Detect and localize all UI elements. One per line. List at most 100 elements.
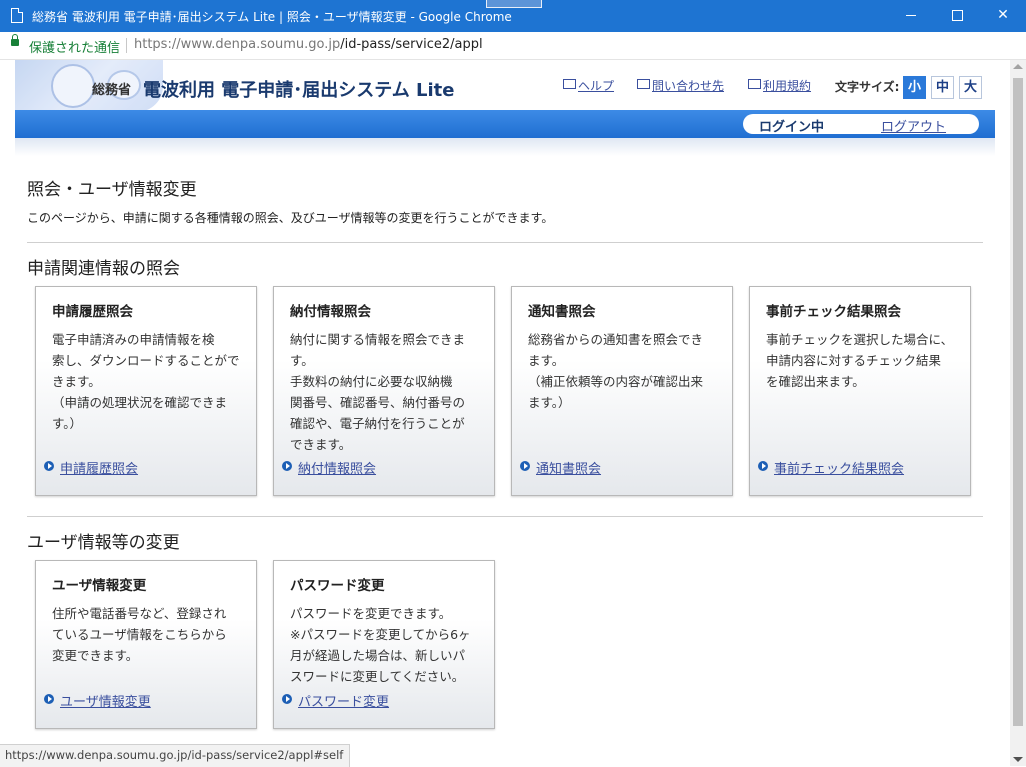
card-text-line: きます。 [52, 374, 101, 389]
card-text-line: ※パスワードを変更してから6ヶ [290, 627, 471, 642]
section-title-inquiry: 申請関連情報の照会 [27, 259, 180, 279]
close-button[interactable]: ✕ [980, 0, 1026, 32]
site-header: 総務省 電波利用 電子申請･届出システム Lite ヘルプ 問い合わせ先 利用規… [15, 60, 995, 112]
help-link[interactable]: ヘルプ [563, 77, 614, 94]
card-text-line: ます。 [528, 353, 565, 368]
card-link-label: 事前チェック結果照会 [774, 462, 905, 477]
card-payment-info: 納付情報照会 納付に関する情報を照会できま す。 手数料の納付に必要な収納機 関… [273, 286, 495, 496]
url-host: https://www.denpa.soumu.go.jp [134, 37, 341, 52]
window-icon [637, 79, 650, 89]
card-link-label: パスワード変更 [298, 695, 390, 710]
card-title: 事前チェック結果照会 [766, 304, 901, 320]
card-link-label: 申請履歴照会 [60, 462, 139, 477]
card-text-line: ているユーザ情報をこちらから [52, 627, 227, 642]
login-status: ログイン中 [759, 120, 825, 135]
card-text-line: ます。） [528, 395, 571, 410]
card-link-label: ユーザ情報変更 [60, 695, 151, 710]
card-text-line: （申請の処理状況を確認できま [52, 395, 228, 410]
maximize-button[interactable] [934, 0, 980, 32]
card-text-line: を確認出来ます。 [766, 374, 865, 389]
card-title: ユーザ情報変更 [52, 578, 147, 594]
window-title: 総務省 電波利用 電子申請･届出システム Lite | 照会・ユーザ情報変更 -… [32, 10, 512, 24]
page-icon [11, 8, 23, 23]
card-text-line: 事前チェックを選択した場合に、 [766, 332, 954, 347]
arrow-right-icon [282, 694, 292, 704]
card-text-line: 総務省からの通知書を照会でき [528, 332, 704, 347]
divider [27, 516, 983, 517]
logout-link[interactable]: ログアウト [881, 116, 946, 135]
mascot-logo [15, 60, 163, 112]
user-info-change-link[interactable]: ユーザ情報変更 [44, 691, 151, 710]
arrow-right-icon [758, 461, 768, 471]
card-text-line: パスワードを変更できます。 [290, 606, 452, 621]
divider [27, 242, 983, 243]
card-text-line: 変更できます。 [52, 648, 139, 663]
arrow-right-icon [282, 461, 292, 471]
card-text-line: 確認や、電子納付を行うことが [290, 416, 465, 431]
contact-link[interactable]: 問い合わせ先 [637, 77, 724, 94]
card-text-line: 納付に関する情報を照会できま [290, 332, 466, 347]
font-size-medium-button[interactable]: 中 [931, 76, 954, 99]
page-description: このページから、申請に関する各種情報の照会、及びユーザ情報等の変更を行うことがで… [27, 211, 554, 225]
lock-icon[interactable] [11, 34, 19, 46]
maximize-icon [951, 9, 963, 21]
page-viewport: 総務省 電波利用 電子申請･届出システム Lite ヘルプ 問い合わせ先 利用規… [0, 60, 1010, 766]
card-description: 総務省からの通知書を照会でき ます。 （補正依頼等の内容が確認出来 ます。） [528, 329, 722, 413]
ministry-name: 総務省 [92, 83, 132, 98]
card-password-change: パスワード変更 パスワードを変更できます。 ※パスワードを変更してから6ヶ 月が… [273, 560, 495, 729]
terms-link-label: 利用規約 [763, 79, 812, 93]
arrow-right-icon [520, 461, 530, 471]
card-text-line: 月が経過した場合は、新しいパ [290, 648, 466, 663]
window-icon [563, 79, 576, 89]
card-title: 申請履歴照会 [52, 304, 133, 320]
scroll-up-arrow-icon[interactable] [1013, 64, 1023, 69]
close-icon: ✕ [997, 7, 1009, 23]
payment-info-link[interactable]: 納付情報照会 [282, 458, 377, 477]
card-notice: 通知書照会 総務省からの通知書を照会でき ます。 （補正依頼等の内容が確認出来 … [511, 286, 733, 496]
card-description: 納付に関する情報を照会できま す。 手数料の納付に必要な収納機 関番号、確認番号… [290, 329, 484, 455]
terms-link[interactable]: 利用規約 [748, 77, 811, 94]
card-description: 事前チェックを選択した場合に、 申請内容に対するチェック結果 を確認出来ます。 [766, 329, 960, 392]
card-title: パスワード変更 [290, 578, 385, 594]
card-precheck-result: 事前チェック結果照会 事前チェックを選択した場合に、 申請内容に対するチェック結… [749, 286, 971, 496]
arrow-right-icon [44, 461, 54, 471]
window-title-bar: 総務省 電波利用 電子申請･届出システム Lite | 照会・ユーザ情報変更 -… [0, 0, 1026, 32]
card-link-label: 納付情報照会 [298, 462, 377, 477]
card-text-line: す。 [290, 353, 314, 368]
address-bar[interactable]: 保護された通信 https://www.denpa.soumu.go.jp/id… [0, 32, 1026, 60]
card-text-line: （補正依頼等の内容が確認出来 [528, 374, 704, 389]
address-separator [126, 38, 127, 53]
url-path: /id-pass/service2/appl [340, 37, 483, 52]
scroll-thumb[interactable] [1013, 78, 1023, 726]
application-history-link[interactable]: 申請履歴照会 [44, 458, 139, 477]
card-text-line: 住所や電話番号など、登録され [52, 606, 227, 621]
card-application-history: 申請履歴照会 電子申請済みの申請情報を検 索し、ダウンロードすることがで きます… [35, 286, 257, 496]
vertical-scrollbar[interactable] [1010, 60, 1026, 766]
card-description: 住所や電話番号など、登録され ているユーザ情報をこちらから 変更できます。 [52, 603, 246, 666]
card-text-line: 申請内容に対するチェック結果 [766, 353, 942, 368]
page-title: 照会・ユーザ情報変更 [27, 180, 197, 200]
font-size-small-button[interactable]: 小 [903, 76, 926, 99]
secure-connection-label[interactable]: 保護された通信 [29, 37, 120, 56]
font-size-large-button[interactable]: 大 [959, 76, 982, 99]
precheck-result-link[interactable]: 事前チェック結果照会 [758, 458, 905, 477]
card-description: パスワードを変更できます。 ※パスワードを変更してから6ヶ 月が経過した場合は、… [290, 603, 484, 687]
url-field[interactable]: https://www.denpa.soumu.go.jp/id-pass/se… [134, 37, 483, 52]
card-link-label: 通知書照会 [536, 462, 602, 477]
arrow-right-icon [44, 694, 54, 704]
window-drag-handle[interactable] [486, 0, 542, 8]
help-link-label: ヘルプ [578, 79, 615, 93]
card-text-line: 電子申請済みの申請情報を検 [52, 332, 215, 347]
notice-link[interactable]: 通知書照会 [520, 458, 602, 477]
scroll-down-arrow-icon[interactable] [1013, 757, 1023, 762]
card-text-line: できます。 [290, 437, 352, 452]
nav-bar: ログイン中 ログアウト [15, 110, 995, 138]
status-url: https://www.denpa.soumu.go.jp/id-pass/se… [0, 744, 351, 767]
password-change-link[interactable]: パスワード変更 [282, 691, 390, 710]
card-text-line: 索し、ダウンロードすることがで [52, 353, 240, 368]
card-title: 通知書照会 [528, 304, 596, 320]
minimize-button[interactable] [888, 0, 934, 32]
card-text-line: スワードに変更してください。 [290, 669, 465, 684]
system-name: 電波利用 電子申請･届出システム Lite [143, 80, 455, 101]
card-user-info-change: ユーザ情報変更 住所や電話番号など、登録され ているユーザ情報をこちらから 変更… [35, 560, 257, 729]
